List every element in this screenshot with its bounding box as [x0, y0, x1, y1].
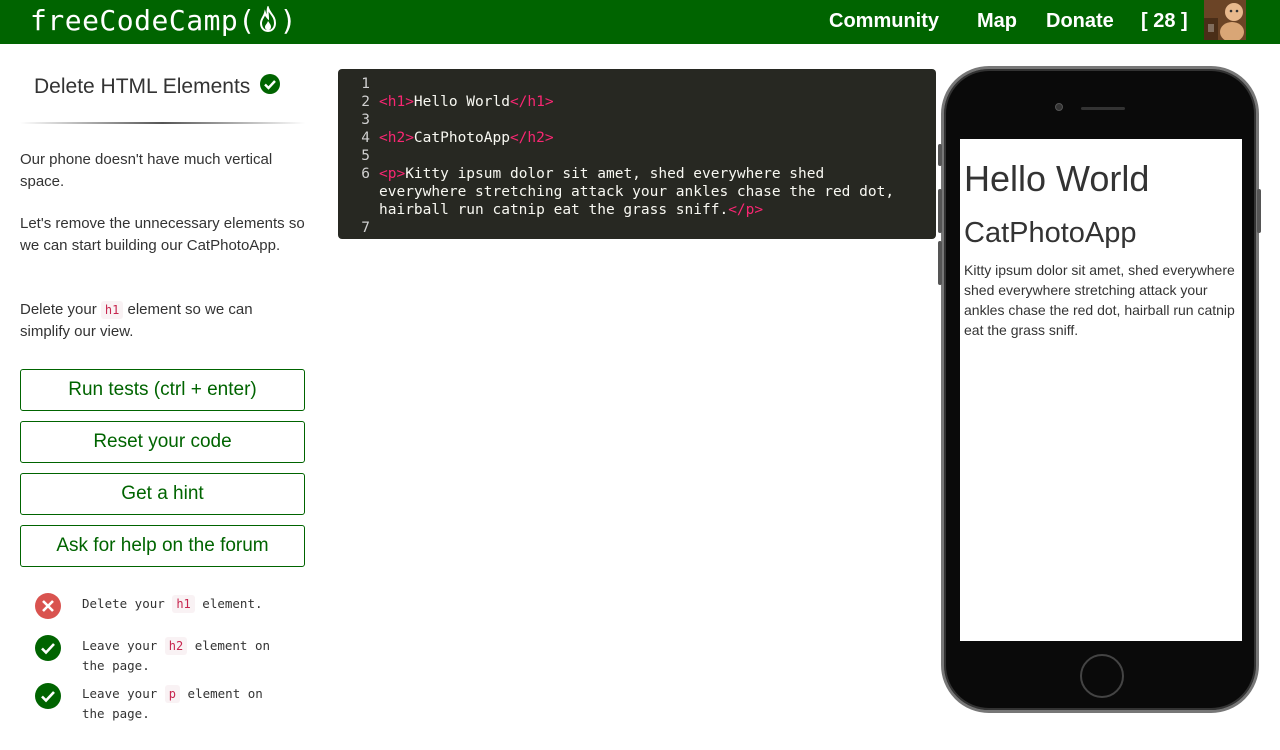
pass-check-icon	[34, 634, 62, 662]
editor-line[interactable]: 5	[338, 147, 936, 165]
nav-map-link[interactable]: Map	[977, 0, 1017, 42]
preview-screen: Hello World CatPhotoApp Kitty ipsum dolo…	[960, 139, 1242, 641]
test-text-part: Leave your	[82, 638, 165, 653]
inline-code: h1	[172, 595, 195, 613]
description-paragraph-2: Let's remove the unnecessary elements so…	[20, 215, 305, 254]
line-number: 4	[361, 130, 370, 146]
inline-code: h2	[164, 637, 188, 655]
code-tag: </h1>	[509, 94, 554, 110]
inline-code: h1	[100, 301, 124, 319]
code-text: everywhere stretching attack your ankles…	[379, 184, 895, 200]
get-hint-button[interactable]: Get a hint	[20, 473, 305, 515]
logo-paren-open: (	[238, 3, 256, 37]
test-text-part: Leave your	[82, 686, 165, 701]
test-text: Leave your h2 element on the page.	[82, 636, 292, 676]
navbar: freeCodeCamp ( ) Community Map Donate [ …	[0, 0, 1280, 44]
code-text: hairball run catnip eat the grass sniff.	[379, 202, 729, 218]
points-counter[interactable]: [ 28 ]	[1141, 0, 1188, 42]
phone-preview-frame: Hello World CatPhotoApp Kitty ipsum dolo…	[938, 66, 1261, 713]
line-code: everywhere stretching attack your ankles…	[379, 183, 894, 201]
line-code: <p>Kitty ipsum dolor sit amet, shed ever…	[379, 165, 824, 183]
desc-text: Delete your	[20, 301, 101, 318]
line-code: hairball run catnip eat the grass sniff.…	[379, 201, 763, 219]
editor-line[interactable]: 1	[338, 75, 936, 93]
description-paragraph-3: Delete your h1 element so we can simplif…	[20, 299, 305, 343]
code-text: Kitty ipsum dolor sit amet, shed everywh…	[405, 166, 825, 182]
flame-icon	[257, 4, 279, 34]
editor-line[interactable]: 6 <p>Kitty ipsum dolor sit amet, shed ev…	[338, 165, 936, 183]
editor-line-wrap[interactable]: everywhere stretching attack your ankles…	[338, 183, 936, 201]
code-text: Hello World	[413, 94, 510, 110]
preview-h2: CatPhotoApp	[964, 217, 1137, 249]
code-tag: <h2>	[379, 130, 414, 146]
code-tag: <h1>	[379, 94, 414, 110]
editor-line-wrap[interactable]: hairball run catnip eat the grass sniff.…	[338, 201, 936, 219]
phone-speaker	[1081, 107, 1125, 110]
test-text: Delete your h1 element.	[82, 594, 292, 614]
test-text-part: Delete your	[82, 596, 173, 611]
phone-camera	[1055, 103, 1063, 111]
nav-community-link[interactable]: Community	[829, 0, 939, 42]
line-code: <h2>CatPhotoApp</h2>	[379, 129, 554, 147]
test-text: Leave your p element on the page.	[82, 684, 292, 724]
line-number: 7	[361, 220, 370, 236]
editor-line[interactable]: 3	[338, 111, 936, 129]
completed-check-icon	[260, 74, 281, 100]
logo-paren-close: )	[279, 3, 298, 37]
challenge-title: Delete HTML Elements	[34, 74, 281, 100]
logo-text: freeCodeCamp	[30, 3, 239, 37]
preview-paragraph: Kitty ipsum dolor sit amet, shed everywh…	[964, 262, 1235, 338]
nav-donate-link[interactable]: Donate	[1046, 0, 1114, 42]
editor-line[interactable]: 2 <h1>Hello World</h1>	[338, 93, 936, 111]
ask-forum-button[interactable]: Ask for help on the forum	[20, 525, 305, 567]
inline-code: p	[164, 685, 181, 703]
code-tag: </h2>	[509, 130, 554, 146]
editor-line[interactable]: 4 <h2>CatPhotoApp</h2>	[338, 129, 936, 147]
line-number: 2	[361, 94, 370, 110]
run-tests-button[interactable]: Run tests (ctrl + enter)	[20, 369, 305, 411]
phone-home-button	[1080, 654, 1124, 698]
preview-h1: Hello World	[964, 158, 1150, 199]
title-divider	[20, 122, 305, 124]
code-tag: <p>	[379, 166, 406, 182]
line-code: <h1>Hello World</h1>	[379, 93, 554, 111]
line-number: 5	[361, 148, 370, 164]
code-tag: </p>	[728, 202, 764, 218]
reset-code-button[interactable]: Reset your code	[20, 421, 305, 463]
phone-power-button	[1257, 189, 1261, 233]
pass-check-icon	[34, 682, 62, 710]
user-avatar[interactable]	[1204, 0, 1246, 40]
line-number: 3	[361, 112, 370, 128]
code-text: CatPhotoApp	[413, 130, 510, 146]
description-paragraph-1: Our phone doesn't have much vertical spa…	[20, 151, 273, 190]
test-text-part: element.	[194, 596, 263, 611]
line-number: 6	[361, 166, 370, 182]
editor-line[interactable]: 7	[338, 219, 936, 237]
phone-mute-switch	[938, 144, 942, 166]
freecodecamp-logo[interactable]: freeCodeCamp ( )	[30, 0, 297, 40]
challenge-title-text: Delete HTML Elements	[34, 75, 251, 98]
phone-volume-up	[938, 189, 942, 233]
code-editor[interactable]: 1 2 <h1>Hello World</h1> 3 4 <h2>CatPhot…	[338, 69, 936, 239]
fail-x-icon	[34, 592, 62, 620]
phone-volume-down	[938, 241, 942, 285]
line-number: 1	[361, 76, 370, 92]
